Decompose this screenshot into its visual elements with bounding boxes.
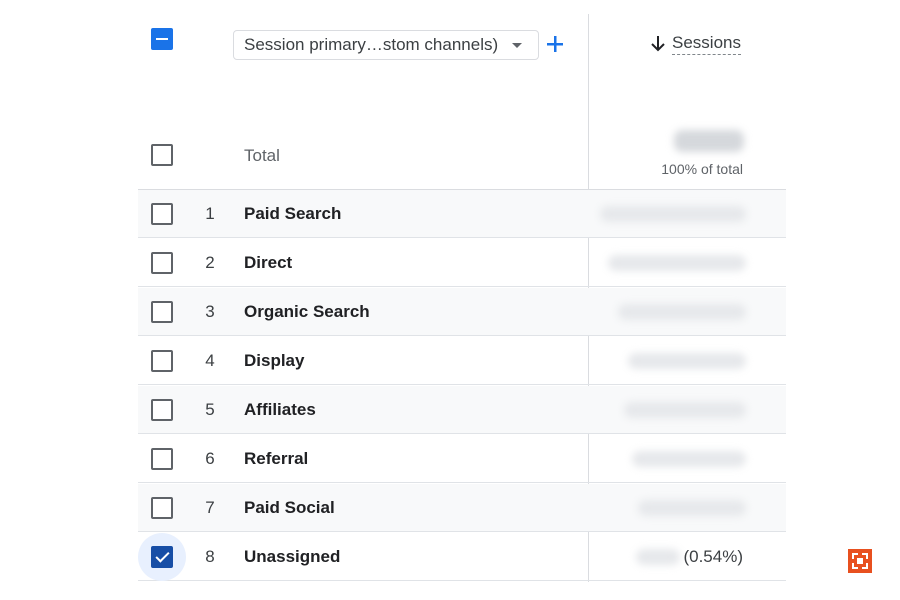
row-percent: (0.54%) — [683, 547, 743, 566]
redacted-value — [600, 206, 746, 222]
row-checkbox[interactable] — [151, 252, 173, 274]
row-checkbox[interactable] — [151, 203, 173, 225]
redacted-value — [632, 451, 746, 467]
redacted-value — [618, 304, 746, 320]
row-channel-name: Referral — [244, 449, 309, 468]
table-row[interactable]: 5 Affiliates — [138, 386, 786, 434]
table-row[interactable]: 2 Direct — [138, 239, 786, 287]
row-index: 6 — [205, 449, 215, 468]
row-checkbox[interactable] — [151, 350, 173, 372]
table-row[interactable]: 8 Unassigned (0.54%) — [138, 533, 786, 581]
row-channel-name: Paid Search — [244, 204, 342, 223]
row-index: 3 — [205, 302, 215, 321]
row-index: 1 — [205, 204, 215, 223]
redacted-value — [628, 353, 746, 369]
row-channel-name: Organic Search — [244, 302, 370, 321]
select-all-checkbox[interactable] — [151, 28, 173, 50]
sessions-column-header[interactable]: Sessions — [650, 30, 741, 58]
table-row[interactable]: 3 Organic Search — [138, 288, 786, 336]
row-channel-name: Unassigned — [244, 547, 341, 566]
table-row[interactable]: 4 Display — [138, 337, 786, 385]
plus-icon — [547, 36, 563, 52]
total-percent: 100% of total — [661, 161, 743, 177]
row-checkbox[interactable] — [151, 399, 173, 421]
brand-logo-icon — [848, 549, 872, 573]
dimension-select[interactable]: Session primary…stom channels) — [233, 30, 539, 60]
redacted-value — [608, 255, 746, 271]
row-checkbox[interactable] — [151, 448, 173, 470]
row-index: 5 — [205, 400, 215, 419]
table-row[interactable]: 6 Referral — [138, 435, 786, 483]
table-row[interactable]: 7 Paid Social — [138, 484, 786, 532]
total-checkbox[interactable] — [151, 144, 173, 166]
sessions-column-label: Sessions — [672, 33, 741, 55]
redacted-value — [624, 402, 746, 418]
row-channel-name: Paid Social — [244, 498, 335, 517]
table-row[interactable]: 1 Paid Search — [138, 190, 786, 238]
row-index: 8 — [205, 547, 215, 566]
total-row: Total 100% of total — [138, 120, 786, 190]
row-checkbox[interactable] — [151, 497, 173, 519]
row-channel-name: Direct — [244, 253, 293, 272]
add-dimension-button[interactable] — [545, 31, 565, 57]
redacted-total-value — [674, 130, 744, 152]
row-channel-name: Display — [244, 351, 305, 370]
total-label: Total — [244, 146, 280, 165]
dimension-select-label: Session primary…stom channels) — [244, 35, 499, 54]
row-channel-name: Affiliates — [244, 400, 316, 419]
row-index: 4 — [205, 351, 215, 370]
redacted-value — [636, 549, 680, 565]
row-index: 7 — [205, 498, 215, 517]
redacted-value — [638, 500, 746, 516]
chevron-down-icon — [512, 42, 522, 48]
row-index: 2 — [205, 253, 215, 272]
arrow-down-icon — [651, 36, 665, 52]
row-checkbox[interactable] — [151, 546, 173, 568]
row-checkbox[interactable] — [151, 301, 173, 323]
